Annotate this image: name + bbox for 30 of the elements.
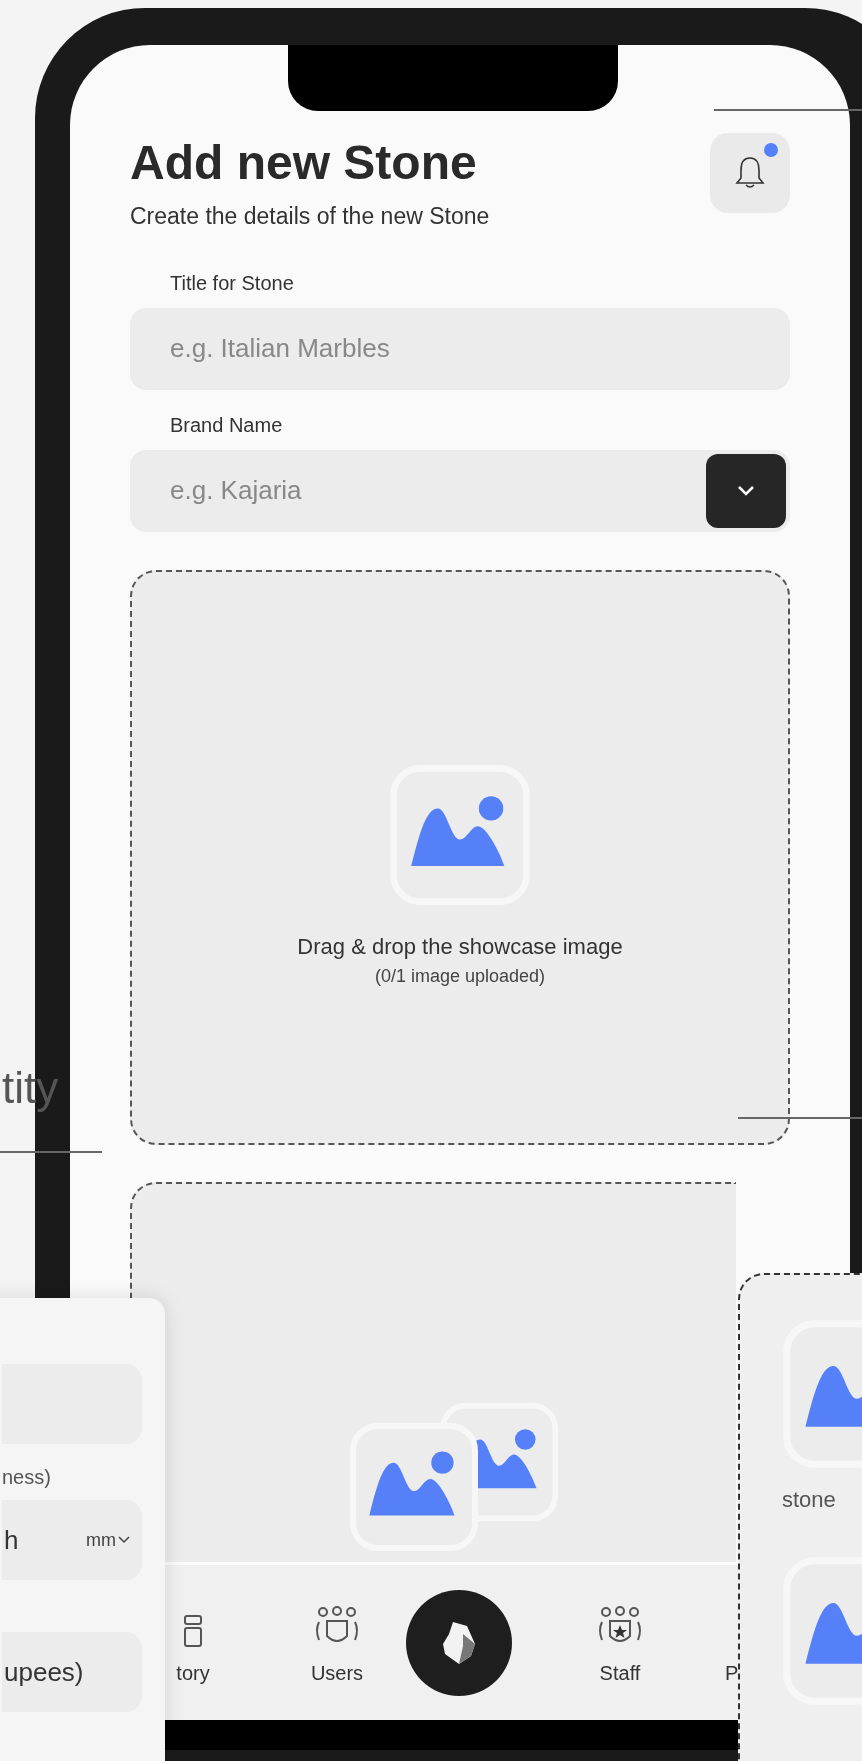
input-field[interactable]: upees) <box>2 1632 142 1712</box>
chevron-down-icon <box>118 1536 130 1544</box>
image-dropzone[interactable]: Drag & drop the showcase image (0/1 image uploaded) <box>130 569 790 1145</box>
rock-icon <box>441 1619 477 1666</box>
image-icon <box>349 1421 479 1552</box>
page-title: Add new Stone <box>130 135 478 191</box>
stack-icon <box>183 1613 203 1648</box>
image-caption: stone <box>782 1486 836 1514</box>
field-label: ness) <box>2 1465 52 1490</box>
input-field[interactable]: h mm <box>2 1500 142 1580</box>
field-placeholder: e.g. Kajaria <box>170 474 302 507</box>
chevron-down-icon <box>737 484 755 497</box>
field-value: h <box>4 1523 19 1557</box>
nav-tab[interactable]: Staff <box>570 1597 670 1688</box>
nav-tab[interactable]: Users <box>287 1597 387 1688</box>
nav-tab[interactable]: tory <box>168 1597 218 1688</box>
dropzone-title: Drag & drop the showcase image <box>297 933 623 961</box>
dropzone-subtitle: (0/1 image uploaded) <box>374 965 546 988</box>
dropdown-button[interactable] <box>706 453 786 528</box>
bell-icon <box>735 156 765 190</box>
field-value: upees) <box>4 1655 84 1689</box>
unit-selector[interactable]: mm <box>86 1526 130 1554</box>
nav-tab[interactable]: P <box>725 1597 739 1688</box>
page-subtitle: Create the details of the new Stone <box>130 202 490 231</box>
notification-button[interactable] <box>710 133 790 213</box>
image-icon <box>389 764 531 906</box>
field-label: Title for Stone <box>169 270 295 296</box>
field-label: Brand Name <box>169 412 284 438</box>
gallery-dropzone[interactable] <box>130 1181 736 1562</box>
field-placeholder: e.g. Italian Marbles <box>170 332 390 365</box>
